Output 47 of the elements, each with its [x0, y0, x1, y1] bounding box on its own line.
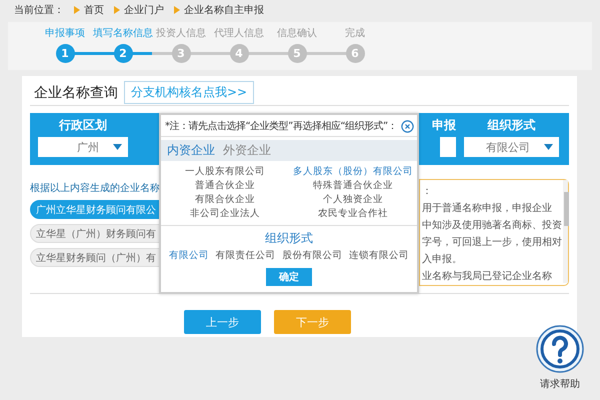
- notice-text: 用于普通名称申报，申报企业: [422, 202, 553, 215]
- step-label: 信息确认: [277, 26, 317, 40]
- select-field[interactable]: 广州: [38, 137, 128, 157]
- type-option[interactable]: 特殊普通合伙企业: [311, 179, 395, 192]
- type-option[interactable]: 一人股东有限公司: [183, 165, 267, 178]
- step-label: 投资人信息: [156, 26, 206, 40]
- form-title: 组织形式: [265, 230, 313, 247]
- step-number: 2: [114, 44, 132, 63]
- notice-text: ：: [422, 185, 433, 198]
- type-option[interactable]: 非公司企业法人: [188, 207, 262, 220]
- step-label: 填写名称信息: [93, 26, 153, 40]
- breadcrumb-label: 当前位置：: [14, 4, 64, 17]
- step-label: 代理人信息: [214, 26, 264, 40]
- breadcrumb-link[interactable]: 企业门户: [124, 3, 164, 17]
- section-title: 企业名称查询: [34, 84, 118, 102]
- type-option[interactable]: 个人独资企业: [321, 193, 385, 206]
- select-field[interactable]: 有限公司: [464, 137, 559, 157]
- form-option[interactable]: 有限公司: [167, 249, 211, 262]
- dialog-note: *注：请先点击选择“企业类型”再选择相应“组织形式”：: [165, 120, 398, 133]
- name-option[interactable]: 立华星（广州）财务顾问有: [30, 224, 160, 243]
- results-caption: 根据以上内容生成的企业名称: [30, 182, 160, 195]
- filter-label: 申报: [432, 117, 456, 134]
- notice-text: 中知涉及使用驰著名商标、投资: [422, 218, 562, 232]
- step-number: 3: [172, 44, 190, 63]
- breadcrumb-link[interactable]: 企业名称自主申报: [184, 3, 264, 17]
- filter-label: 组织形式: [488, 117, 536, 134]
- form-option[interactable]: 有限责任公司: [214, 249, 278, 262]
- notice-text: 入申报。: [422, 252, 463, 266]
- step-number: 4: [230, 44, 248, 63]
- step-number: 5: [288, 44, 306, 63]
- notice-text: 字号，可回退上一步，使用相对: [422, 236, 562, 249]
- form-option[interactable]: 连锁有限公司: [346, 249, 411, 262]
- name-option[interactable]: 立华星财务顾问（广州）有: [30, 248, 160, 267]
- notice-text: 业名称与我局已登记企业名称: [422, 270, 553, 283]
- step-number: 1: [56, 44, 74, 63]
- filter-label: 行政区划: [59, 117, 107, 134]
- step-label: 申报事项: [45, 26, 85, 40]
- type-option[interactable]: 普通合伙企业: [193, 179, 257, 192]
- breadcrumb-link[interactable]: 首页: [84, 3, 104, 17]
- type-tab[interactable]: 内资企业: [167, 142, 215, 159]
- type-option[interactable]: 多人股东（股份）有限公司: [291, 165, 415, 178]
- help-label: 请求帮助: [540, 378, 580, 391]
- type-option[interactable]: 有限合伙企业: [193, 193, 257, 206]
- form-option[interactable]: 股份有限公司: [280, 249, 344, 262]
- step-label: 完成: [345, 26, 365, 40]
- type-option[interactable]: 农民专业合作社: [316, 207, 390, 220]
- step-number: 6: [346, 44, 364, 63]
